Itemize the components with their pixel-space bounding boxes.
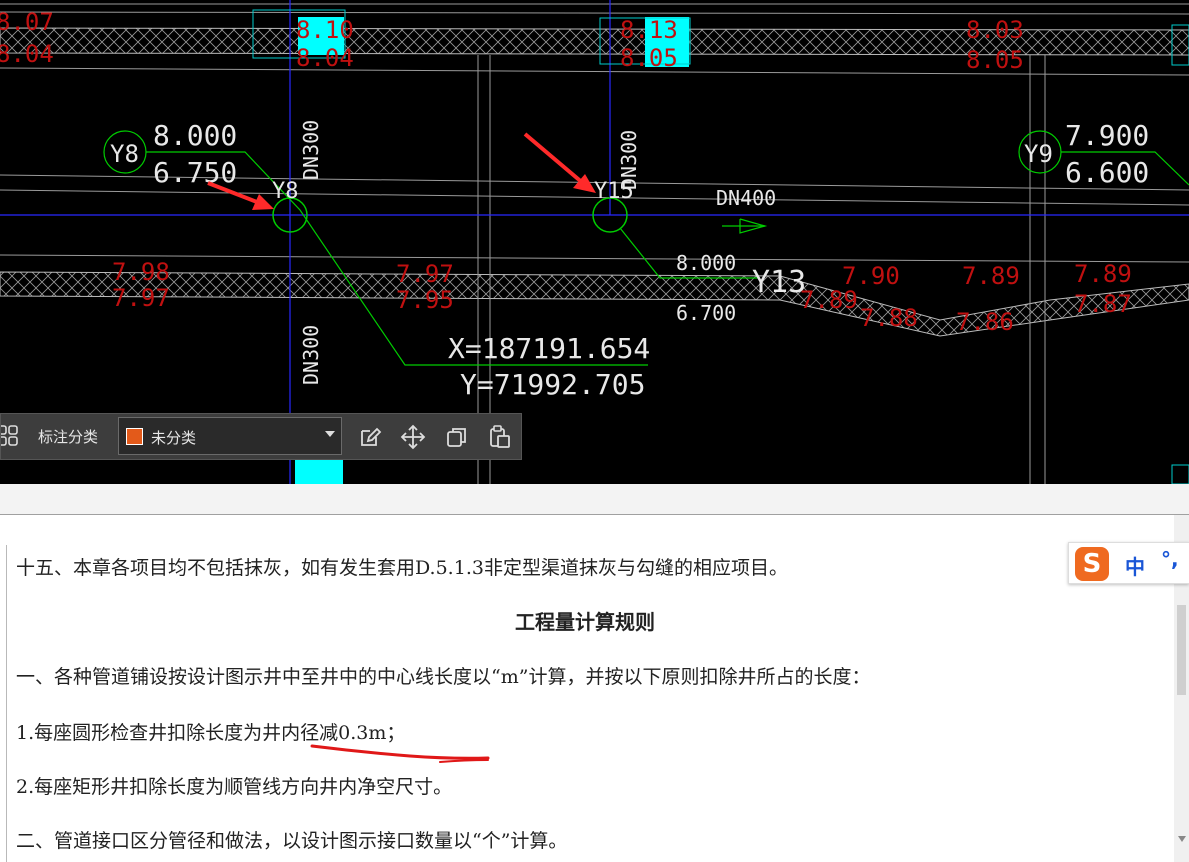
pipe-label-dn300-c: DN300: [299, 325, 323, 385]
move-icon[interactable]: [399, 423, 427, 451]
pane-divider: [0, 484, 1189, 515]
well-y8-id: Y8: [110, 140, 139, 168]
elev-lower-j2: 7.87: [1074, 290, 1132, 318]
cad-drawing: 8.07 8.04 8.10 8.04 8.13 8.05 8.03 8.05 …: [0, 0, 1189, 484]
elev-upper-a1: 8.07: [0, 8, 54, 36]
category-select[interactable]: 未分类: [118, 417, 342, 455]
doc-line-4: 二、管道接口区分管径和做法，以设计图示接口数量以“个”计算。: [16, 830, 568, 852]
elev-upper-c2: 8.05: [620, 44, 678, 72]
pipe-label-dn300-b: DN300: [617, 130, 641, 190]
coord-y: Y=71992.705: [460, 368, 645, 401]
doc-line-3: 2.每座矩形井扣除长度为顺管线方向井内净空尺寸。: [16, 776, 453, 798]
cyan-block-3: [295, 460, 343, 484]
elev-upper-c1: 8.13: [620, 16, 678, 44]
elev-upper-b2: 8.04: [296, 44, 354, 72]
category-label: 标注分类: [38, 428, 99, 446]
well-y13-bottom: 6.700: [676, 301, 736, 325]
scrollbar-thumb[interactable]: [1177, 605, 1186, 695]
doc-line-2: 1.每座圆形检查井扣除长度为井内径减0.3m；: [16, 722, 406, 744]
elev-lower-f2: 7.95: [396, 286, 454, 314]
elev-lower-i1: 7.89: [962, 262, 1020, 290]
annotation-arrow-2: [523, 132, 596, 193]
elev-lower-f1: 7.97: [396, 260, 454, 288]
well-y9-top: 7.900: [1065, 119, 1149, 152]
gray-lines: [0, 3, 1189, 484]
category-select-value: 未分类: [151, 429, 197, 447]
ime-mode-toggle[interactable]: 中: [1125, 551, 1145, 580]
copy-icon[interactable]: [443, 423, 471, 451]
edit-icon[interactable]: [356, 423, 384, 451]
elev-lower-i2: 7.86: [956, 308, 1014, 336]
elev-lower-g2: 7.89: [800, 286, 858, 314]
elev-lower-e1: 7.98: [112, 258, 170, 286]
well-y9-id: Y9: [1024, 140, 1053, 168]
doc-heading: 工程量计算规则: [515, 610, 655, 634]
doc-line-top: 十五、本章各项目均不包括抹灰，如有发生套用D.5.1.3非定型渠道抹灰与勾缝的相…: [16, 557, 788, 579]
elev-lower-j1: 7.89: [1074, 260, 1132, 288]
elev-lower-e2: 7.97: [112, 284, 170, 312]
elev-upper-b1: 8.10: [296, 16, 354, 44]
pipe-label-dn300-a: DN300: [299, 120, 323, 180]
elev-upper-a2: 8.04: [0, 40, 54, 68]
paste-icon[interactable]: [486, 423, 514, 451]
well-y13-top: 8.000: [676, 251, 736, 275]
doc-line-1: 一、各种管道铺设按设计图示井中至井中的中心线长度以“m”计算，并按以下原则扣除井…: [16, 666, 871, 688]
chevron-down-icon: [325, 431, 335, 437]
scroll-down-icon[interactable]: [1178, 836, 1186, 842]
coord-x: X=187191.654: [448, 332, 650, 365]
elev-upper-d2: 8.05: [966, 46, 1024, 74]
document-pane[interactable]: 十五、本章各项目均不包括抹灰，如有发生套用D.5.1.3非定型渠道抹灰与勾缝的相…: [0, 515, 1189, 862]
well-y9-bottom: 6.600: [1065, 156, 1149, 189]
ime-status-bar[interactable]: S 中 °,: [1068, 542, 1189, 584]
well-y8-top: 8.000: [153, 119, 237, 152]
annotation-toolbar: 标注分类 未分类: [0, 413, 522, 460]
pipe-label-dn400: DN400: [716, 186, 776, 210]
flow-arrow: [722, 218, 768, 234]
elev-upper-d1: 8.03: [966, 16, 1024, 44]
well-y8-bottom: 6.750: [153, 156, 237, 189]
ime-logo-icon[interactable]: S: [1075, 547, 1109, 581]
category-color-swatch: [126, 428, 143, 445]
well-y13-id: Y13: [752, 265, 806, 300]
elev-lower-h: 7.88: [860, 304, 918, 332]
document-frame: [6, 545, 1175, 862]
annotation-arrow-1: [207, 181, 274, 210]
grid-icon[interactable]: [1, 424, 21, 448]
well-y8-label: Y8: [272, 179, 299, 204]
cad-canvas[interactable]: 8.07 8.04 8.10 8.04 8.13 8.05 8.03 8.05 …: [0, 0, 1189, 484]
ime-punct-toggle[interactable]: °,: [1161, 547, 1179, 571]
